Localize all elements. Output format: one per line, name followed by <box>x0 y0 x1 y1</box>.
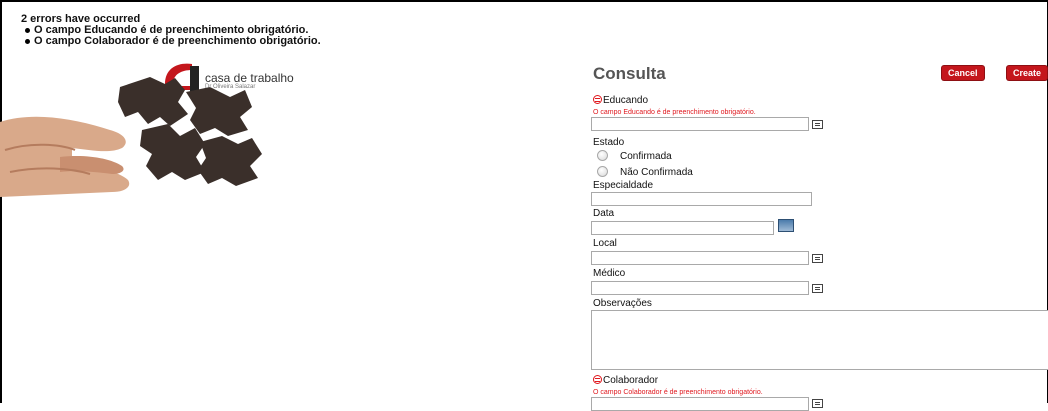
calendar-icon[interactable] <box>778 219 794 232</box>
brand-name: casa de trabalho <box>205 71 294 85</box>
data-field[interactable] <box>591 221 774 235</box>
local-label: Local <box>593 238 617 249</box>
hand <box>0 116 130 197</box>
colaborador-lookup-icon[interactable] <box>812 399 823 408</box>
colaborador-label-row: Colaborador <box>593 375 658 386</box>
especialidade-label: Especialdade <box>593 180 654 191</box>
observacoes-textarea[interactable] <box>591 310 1048 370</box>
educando-label-row: Educando <box>593 95 648 106</box>
radio-confirmada-label: Confirmada <box>620 151 672 162</box>
educando-lookup-icon[interactable] <box>812 120 823 129</box>
required-icon <box>593 95 602 104</box>
radio-nao-confirmada[interactable] <box>597 166 608 177</box>
colaborador-field[interactable] <box>591 397 809 411</box>
radio-confirmada[interactable] <box>597 150 608 161</box>
page-title: Consulta <box>593 64 666 83</box>
colaborador-label: Colaborador <box>603 375 659 386</box>
required-icon <box>593 375 602 384</box>
medico-lookup-icon[interactable] <box>812 284 823 293</box>
data-label: Data <box>593 208 615 219</box>
medico-field[interactable] <box>591 281 809 295</box>
local-lookup-icon[interactable] <box>812 254 823 263</box>
cancel-button[interactable]: Cancel <box>942 66 984 80</box>
educando-error: O campo Educando é de preenchimento obri… <box>593 109 756 116</box>
educando-label: Educando <box>603 95 649 106</box>
brand-subtitle: Dr Oliveira Salazar <box>205 84 256 90</box>
observacoes-label: Observações <box>593 298 652 309</box>
local-field[interactable] <box>591 251 809 265</box>
colaborador-error: O campo Colaborador é de preenchimento o… <box>593 389 763 396</box>
error-summary: 2 errors have occurred O campo Educando … <box>21 14 321 47</box>
error-list: O campo Educando é de preenchimento obri… <box>21 25 321 47</box>
educando-field[interactable] <box>591 117 809 131</box>
especialidade-field[interactable] <box>591 192 812 206</box>
create-button[interactable]: Create <box>1007 66 1048 80</box>
estado-label: Estado <box>593 137 625 148</box>
medico-label: Médico <box>593 268 626 279</box>
radio-nao-confirmada-label: Não Confirmada <box>620 167 693 178</box>
error-item: O campo Colaborador é de preenchimento o… <box>21 36 321 47</box>
